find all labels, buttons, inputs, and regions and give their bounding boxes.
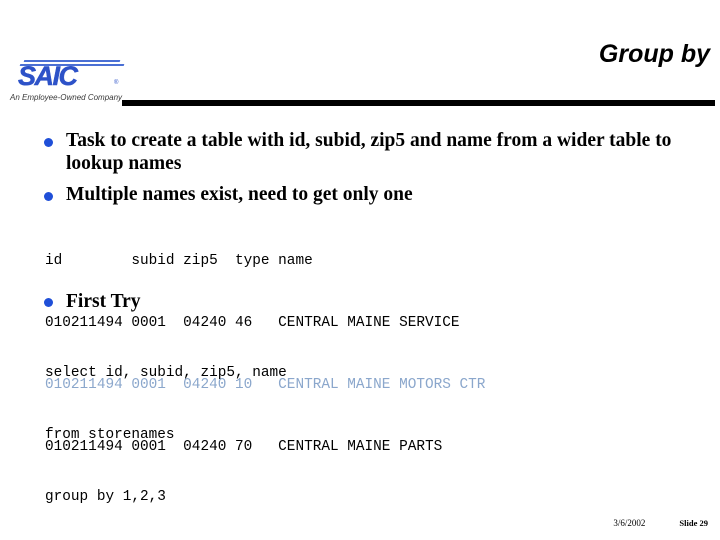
- bullet-item-1: Task to create a table with id, subid, z…: [44, 129, 684, 175]
- bullet-label: Multiple names exist, need to get only o…: [66, 184, 413, 205]
- bullet-item-2: Multiple names exist, need to get only o…: [44, 183, 684, 206]
- footer-slide-number: Slide 29: [679, 518, 708, 528]
- logo-tagline: An Employee-Owned Company: [10, 93, 123, 102]
- saic-logo: SAIC ® An Employee-Owned Company: [10, 58, 138, 108]
- registered-trademark-icon: ®: [114, 80, 119, 86]
- bullet-item-3: First Try: [44, 290, 444, 313]
- logo-wordmark: SAIC: [18, 61, 78, 91]
- sql-line: group by 1,2,3: [45, 488, 166, 505]
- slide-footer: 3/6/2002 Slide 29: [613, 518, 708, 528]
- bullet-label: Task to create a table with id, subid, z…: [66, 130, 672, 174]
- page-title: Group by: [598, 40, 710, 68]
- slide-canvas: Group by SAIC ® An Employee-Owned Compan…: [0, 0, 720, 540]
- table-header-row: id subid zip5 type name: [45, 253, 313, 270]
- bullet-label: First Try: [66, 291, 141, 312]
- header-divider: [122, 100, 715, 106]
- sql-code-block: select id, subid, zip5, name from storen…: [45, 322, 520, 540]
- bullet-dot-icon: [44, 298, 53, 307]
- logo-mark: SAIC ®: [10, 58, 132, 94]
- bullet-dot-icon: [44, 192, 53, 201]
- footer-date: 3/6/2002: [613, 518, 646, 528]
- bullet-dot-icon: [44, 138, 53, 147]
- sql-line: select id, subid, zip5, name: [45, 365, 287, 382]
- sql-line: from storenames: [45, 426, 175, 443]
